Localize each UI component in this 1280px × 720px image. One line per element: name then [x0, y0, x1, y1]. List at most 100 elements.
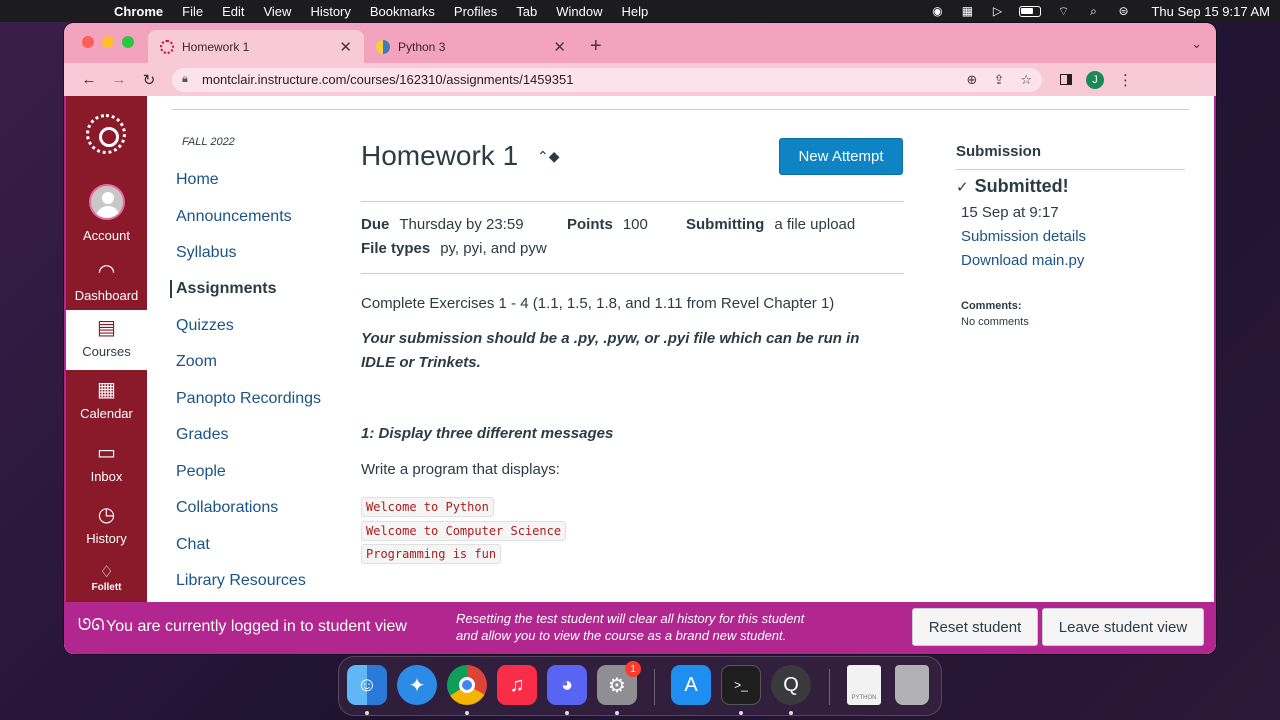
chrome-window: Homework 1 ✕ Python 3 ✕ + ⌄ ← → ↻ 🔒︎ mon…	[64, 23, 1216, 654]
lock-icon[interactable]: 🔒︎	[182, 73, 194, 86]
global-nav-inbox[interactable]: ▭ Inbox	[66, 441, 147, 484]
submission-heading: Submission	[956, 143, 1042, 160]
submitting-value: a file upload	[774, 216, 856, 233]
menubar-clock[interactable]: Thu Sep 15 9:17 AM	[1151, 4, 1270, 19]
global-nav-calendar[interactable]: ▦ Calendar	[66, 378, 147, 421]
screen-record-icon[interactable]: ◉	[929, 4, 945, 18]
divider	[361, 201, 904, 202]
account-avatar-icon	[88, 184, 125, 220]
safari-icon[interactable]: ✦	[397, 665, 437, 705]
menu-window[interactable]: Window	[556, 4, 602, 19]
course-nav-announcements[interactable]: Announcements	[176, 208, 292, 226]
download-file-link[interactable]: Download main.py	[961, 252, 1084, 269]
comments-label: Comments:	[961, 300, 1022, 312]
zoom-window-button[interactable]	[122, 36, 134, 48]
global-nav-follett[interactable]: ♢ Follett	[66, 564, 147, 593]
global-nav-courses[interactable]: ▤ Courses	[66, 310, 147, 370]
course-nav-zoom[interactable]: Zoom	[176, 353, 217, 371]
play-circle-icon[interactable]: ▷	[989, 4, 1005, 18]
glasses-icon: ᘎᘏ	[78, 617, 105, 634]
course-nav-library-resources[interactable]: Library Resources	[176, 572, 306, 590]
menu-profiles[interactable]: Profiles	[454, 4, 497, 19]
menu-edit[interactable]: Edit	[222, 4, 244, 19]
menu-history[interactable]: History	[310, 4, 350, 19]
battery-icon[interactable]	[1019, 5, 1042, 17]
course-nav-quizzes[interactable]: Quizzes	[176, 317, 234, 335]
bookmark-star-icon[interactable]: ☆	[1020, 72, 1032, 88]
leave-student-view-button[interactable]: Leave student view	[1042, 608, 1204, 646]
header-divider	[172, 109, 1189, 110]
filetypes-info: File types py, pyi, and pyw	[361, 240, 547, 257]
chrome-icon[interactable]	[447, 665, 487, 705]
discord-icon[interactable]: ◕	[547, 665, 587, 705]
close-window-button[interactable]	[82, 36, 94, 48]
menu-tab[interactable]: Tab	[516, 4, 537, 19]
window-controls	[82, 36, 134, 48]
course-term: FALL 2022	[182, 136, 235, 148]
submission-status: ✓ Submitted!	[956, 176, 1069, 197]
menu-view[interactable]: View	[263, 4, 291, 19]
app-store-icon[interactable]: A	[671, 665, 711, 705]
running-indicator	[465, 711, 469, 715]
menu-file[interactable]: File	[182, 4, 203, 19]
inbox-icon: ▭	[97, 442, 116, 464]
running-indicator	[365, 711, 369, 715]
global-nav-account[interactable]: Account	[66, 184, 147, 243]
trash-icon[interactable]	[895, 665, 929, 705]
submission-details-link[interactable]: Submission details	[961, 228, 1086, 245]
course-nav-syllabus[interactable]: Syllabus	[176, 244, 236, 262]
minimize-window-button[interactable]	[102, 36, 114, 48]
quicktime-icon[interactable]: Q	[771, 665, 811, 705]
tab-python-3[interactable]: Python 3 ✕	[364, 30, 578, 63]
forward-arrow-icon[interactable]: →	[104, 71, 134, 88]
student-view-note: Resetting the test student will clear al…	[456, 611, 805, 643]
course-nav-people[interactable]: People	[176, 463, 226, 481]
wifi-icon[interactable]: ⌔	[1055, 4, 1071, 18]
new-attempt-button[interactable]: New Attempt	[779, 138, 903, 175]
music-icon[interactable]: ♫	[497, 665, 537, 705]
calendar-icon: ▦	[97, 379, 116, 401]
publish-status-icon: ⌃◆	[537, 148, 560, 164]
menu-bookmarks[interactable]: Bookmarks	[370, 4, 435, 19]
share-icon[interactable]: ⇪	[993, 72, 1004, 88]
course-nav-grades[interactable]: Grades	[176, 426, 228, 444]
tab-homework-1[interactable]: Homework 1 ✕	[148, 30, 364, 63]
zoom-magnifier-icon[interactable]: ⊕	[967, 72, 978, 88]
menu-help[interactable]: Help	[622, 4, 649, 19]
python-file-icon[interactable]: PYTHON	[847, 665, 881, 705]
running-indicator	[615, 711, 619, 715]
terminal-icon[interactable]: >_	[721, 665, 761, 705]
global-nav-history[interactable]: ◷ History	[66, 503, 147, 546]
course-nav-assignments[interactable]: Assignments	[170, 280, 276, 298]
course-nav-home[interactable]: Home	[176, 171, 219, 189]
new-tab-plus-icon[interactable]: +	[590, 35, 602, 58]
code-line: Welcome to Python	[361, 497, 494, 517]
back-arrow-icon[interactable]: ←	[74, 71, 104, 88]
global-nav-dashboard[interactable]: ◠ Dashboard	[66, 260, 147, 303]
exercise-1-text: Write a program that displays:	[361, 461, 560, 478]
course-nav-collaborations[interactable]: Collaborations	[176, 499, 278, 517]
reset-student-button[interactable]: Reset student	[912, 608, 1038, 646]
control-grid-icon[interactable]: ▦	[959, 4, 975, 18]
finder-icon[interactable]: ☺	[347, 665, 387, 705]
tab-strip: Homework 1 ✕ Python 3 ✕ + ⌄	[64, 23, 1216, 63]
profile-avatar[interactable]: J	[1086, 70, 1104, 89]
course-nav-chat[interactable]: Chat	[176, 536, 210, 554]
system-preferences-icon[interactable]: ⚙ 1	[597, 661, 641, 705]
kebab-menu-icon[interactable]: ⋮	[1118, 71, 1133, 89]
side-panel-icon[interactable]	[1060, 74, 1072, 85]
submitting-label: Submitting	[686, 216, 765, 233]
running-indicator	[739, 711, 743, 715]
control-center-icon[interactable]: ⊜	[1115, 4, 1131, 18]
url-text[interactable]: montclair.instructure.com/courses/162310…	[202, 72, 573, 87]
course-nav-panopto-recordings[interactable]: Panopto Recordings	[176, 390, 321, 408]
address-bar[interactable]: 🔒︎ montclair.instructure.com/courses/162…	[172, 67, 1042, 92]
reload-icon[interactable]: ↻	[134, 71, 164, 89]
menu-app-name[interactable]: Chrome	[114, 4, 163, 19]
student-view-message: You are currently logged in to student v…	[106, 618, 407, 635]
close-tab-icon[interactable]: ✕	[553, 38, 566, 56]
tab-search-chevron-icon[interactable]: ⌄	[1191, 36, 1202, 52]
close-tab-icon[interactable]: ✕	[339, 38, 352, 56]
canvas-logo-icon[interactable]	[86, 114, 126, 154]
spotlight-search-icon[interactable]: ⌕	[1085, 4, 1101, 18]
